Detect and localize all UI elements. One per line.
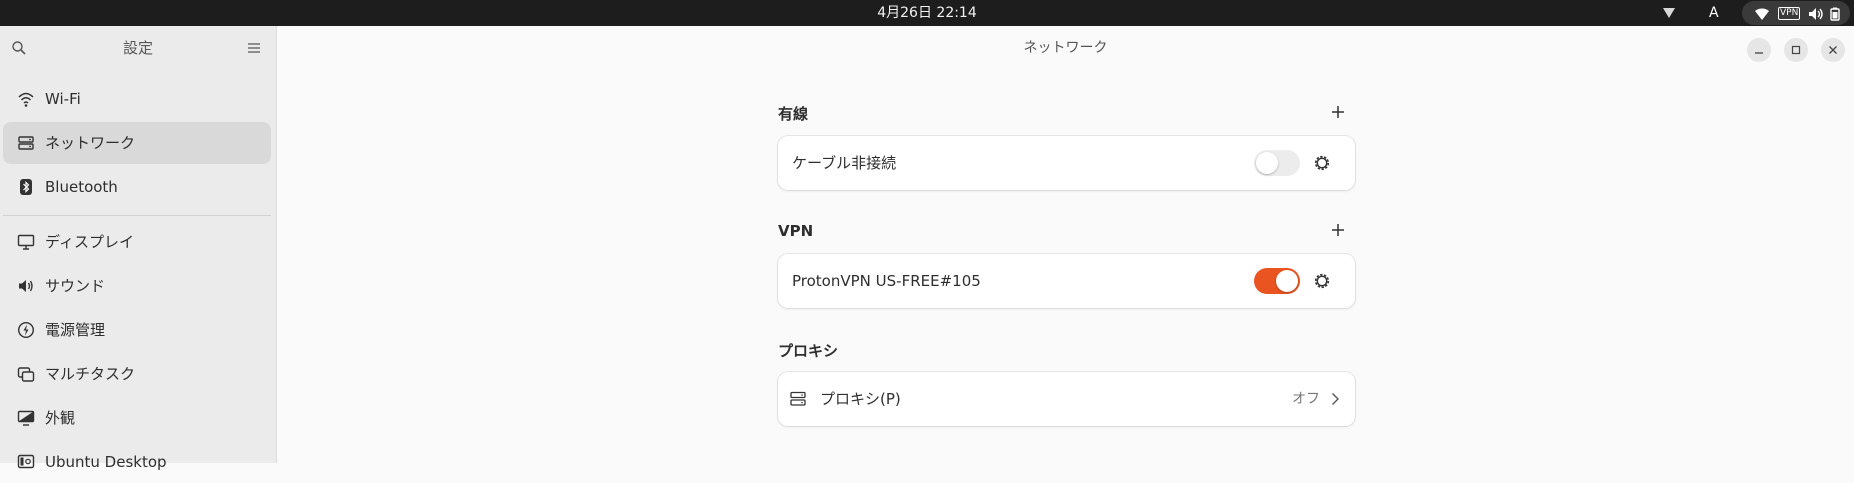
wifi-icon: [18, 92, 34, 107]
proxy-row[interactable]: プロキシ(P) オフ: [778, 372, 1355, 426]
close-icon: [1829, 46, 1837, 54]
network-indicator-icon[interactable]: [1662, 6, 1676, 20]
sidebar-title: 設定: [122, 39, 153, 57]
vpn-connection-label: ProtonVPN US-FREE#105: [792, 272, 981, 290]
status-menu-pill[interactable]: VPN: [1742, 1, 1850, 25]
sidebar-item-label: ネットワーク: [45, 134, 136, 152]
toggle-knob: [1256, 152, 1278, 174]
minimize-button[interactable]: [1747, 38, 1771, 62]
toggle-knob: [1276, 270, 1298, 292]
sidebar-item-wifi[interactable]: Wi-Fi: [3, 78, 271, 120]
wired-connection-toggle[interactable]: [1254, 150, 1300, 176]
add-wired-connection-button[interactable]: [1328, 102, 1348, 122]
sidebar-header: 設定: [0, 26, 276, 70]
wired-settings-gear-icon[interactable]: [1312, 153, 1332, 173]
sidebar-item-ubuntu-desktop[interactable]: Ubuntu Desktop: [3, 441, 271, 483]
sidebar-item-label: Bluetooth: [45, 178, 118, 196]
vpn-section-title: VPN: [778, 222, 814, 240]
network-icon: [18, 136, 34, 150]
proxy-section-title: プロキシ: [778, 342, 839, 360]
maximize-button[interactable]: [1784, 38, 1808, 62]
sidebar-item-power[interactable]: 電源管理: [3, 309, 271, 351]
sidebar-item-label: マルチタスク: [45, 365, 136, 383]
sidebar-item-appearance[interactable]: 外観: [3, 397, 271, 439]
sidebar-item-label: Wi-Fi: [45, 90, 81, 108]
sidebar-item-sound[interactable]: サウンド: [3, 265, 271, 307]
input-method-indicator[interactable]: A: [1709, 0, 1719, 26]
ubuntu-desktop-icon: [17, 454, 35, 469]
proxy-icon: [790, 391, 806, 406]
sidebar-item-label: サウンド: [45, 277, 106, 295]
vpn-settings-gear-icon[interactable]: [1312, 271, 1332, 291]
page-title: ネットワーク: [1023, 40, 1108, 56]
close-button[interactable]: [1821, 38, 1845, 62]
maximize-icon: [1791, 45, 1801, 55]
clock[interactable]: 4月26日 22:14: [0, 0, 1854, 26]
sidebar-item-label: 電源管理: [45, 321, 106, 339]
wired-connection-label: ケーブル非接続: [792, 154, 897, 172]
battery-icon: [1830, 6, 1840, 25]
add-vpn-button[interactable]: [1328, 220, 1348, 240]
display-icon: [17, 234, 35, 250]
sidebar-item-label: ディスプレイ: [45, 233, 134, 251]
wired-connection-row: ケーブル非接続: [778, 136, 1355, 190]
sidebar-item-display[interactable]: ディスプレイ: [3, 221, 271, 263]
settings-sidebar: 設定 Wi-Fi ネットワーク Bluetooth ディスプレイ サウンド 電源…: [0, 26, 277, 471]
vpn-status-icon: VPN: [1778, 7, 1801, 20]
wired-section-title: 有線: [778, 105, 809, 123]
sidebar-item-bluetooth[interactable]: Bluetooth: [3, 166, 271, 208]
sidebar-item-label: 外観: [45, 409, 76, 427]
vpn-connection-row: ProtonVPN US-FREE#105: [778, 254, 1355, 308]
bluetooth-icon: [20, 179, 32, 195]
chevron-right-icon: [1332, 393, 1339, 405]
sidebar-item-label: Ubuntu Desktop: [45, 453, 167, 471]
proxy-status-value: オフ: [1292, 391, 1320, 407]
minimize-icon: [1755, 52, 1763, 54]
sound-icon: [19, 280, 33, 292]
sidebar-separator: [3, 215, 271, 216]
multitasking-icon: [17, 367, 35, 382]
volume-icon: [1808, 6, 1824, 25]
sidebar-item-multitasking[interactable]: マルチタスク: [3, 353, 271, 395]
wifi-status-icon: [1754, 6, 1770, 25]
appearance-icon: [17, 410, 35, 426]
top-bar: 4月26日 22:14 A VPN: [0, 0, 1854, 26]
sidebar-item-network[interactable]: ネットワーク: [3, 122, 271, 164]
vpn-connection-toggle[interactable]: [1254, 268, 1300, 294]
hamburger-menu-icon[interactable]: [248, 42, 260, 54]
proxy-label: プロキシ(P): [820, 390, 901, 408]
power-icon: [17, 321, 35, 339]
